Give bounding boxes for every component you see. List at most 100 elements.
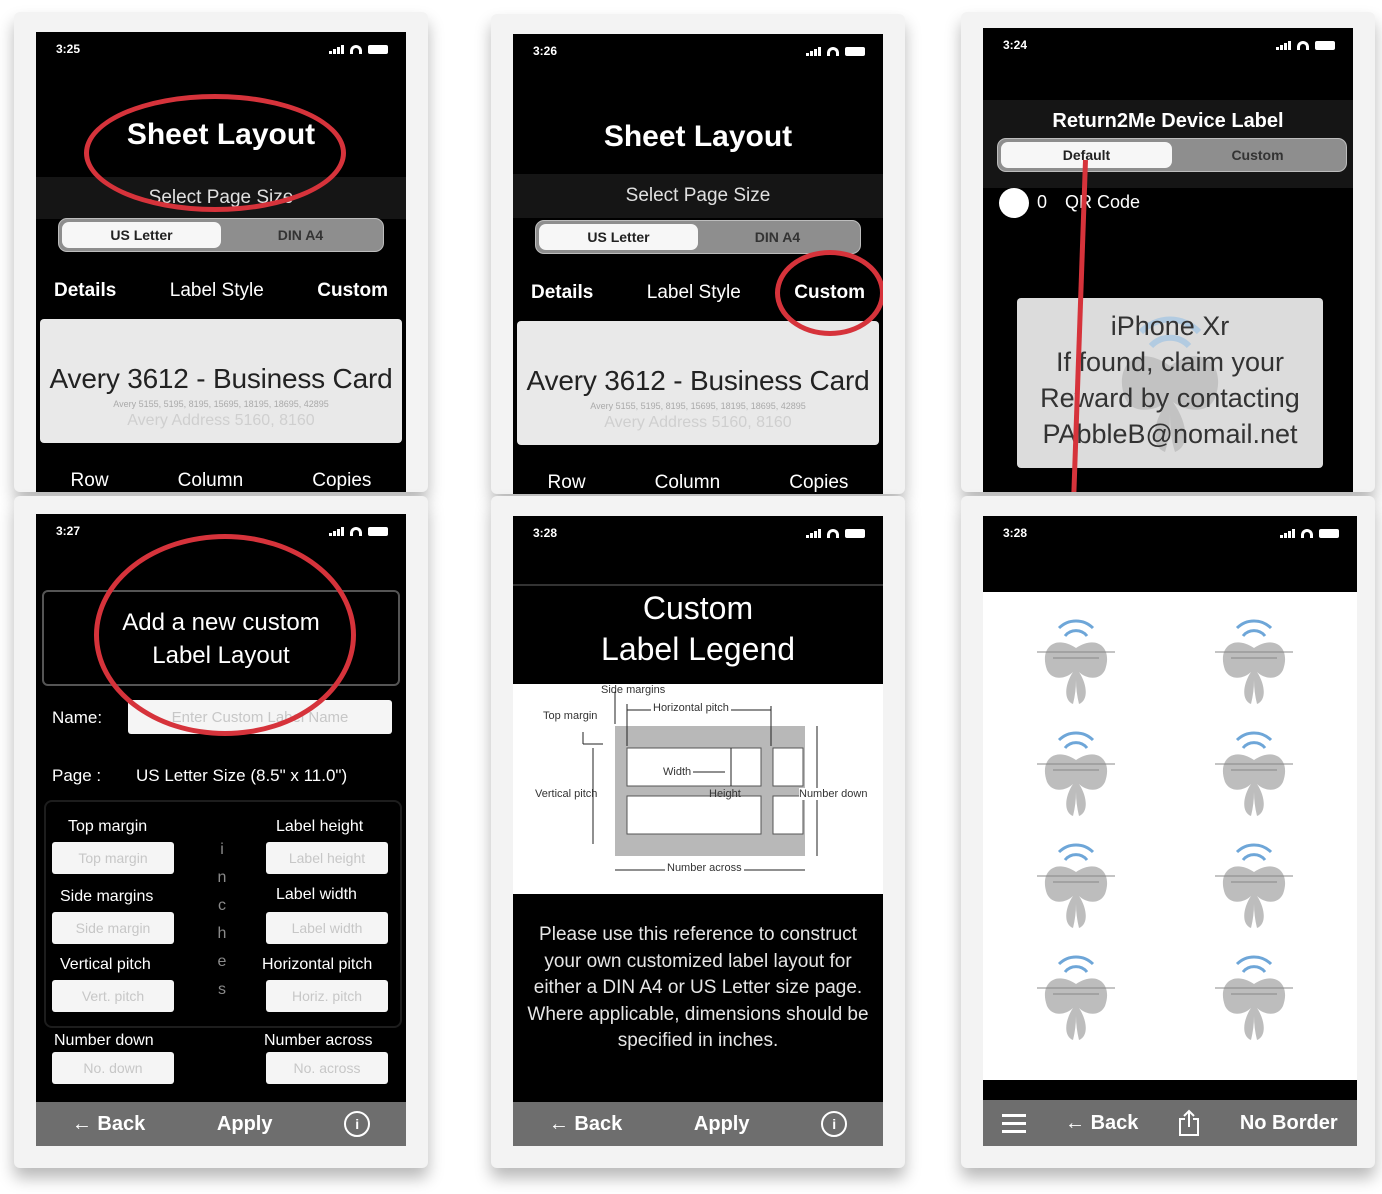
tab-label-style[interactable]: Label Style [170,280,264,302]
page-title: Sheet Layout [603,120,793,153]
vertical-pitch-input[interactable]: Vert. pitch [52,980,174,1012]
number-down-input[interactable]: No. down [52,1052,174,1084]
page-size-value: US Letter Size (8.5" x 11.0") [136,766,348,785]
picker-compatible-list: Avery 5155, 5195, 8195, 15695, 18195, 18… [113,399,329,409]
tab-custom[interactable]: Custom [317,280,388,302]
sheet-label-cell [1179,608,1329,714]
unit-letter: h [217,925,227,942]
unit-letter: i [220,841,224,858]
width-caption: Width [661,766,694,778]
signal-icon [1280,528,1295,538]
label-preview-card: iPhone Xr If found, claim your Reward by… [1017,298,1323,468]
phone-screen: 3:28 Custom Label Legend Side margins Ho… [513,516,883,1146]
status-time: 3:25 [56,42,81,56]
page-size-segmented-control[interactable]: US Letter DIN A4 [535,220,861,254]
page-size-segmented-control[interactable]: US Letter DIN A4 [58,218,384,252]
butterfly-logo-icon [1037,843,1115,928]
horizontal-pitch-input[interactable]: Horiz. pitch [266,980,388,1012]
segment-din-a4[interactable]: DIN A4 [698,224,857,250]
label-height-input[interactable]: Label height [266,842,388,874]
back-button[interactable]: ← Back [72,1113,145,1136]
number-down-caption: Number down [799,788,868,800]
unit-letter: s [218,981,226,998]
info-icon[interactable]: i [344,1111,371,1137]
side-margins-caption: Side margins [601,684,666,696]
legend-description: Please use this reference to construct y… [527,924,869,1051]
picker-next-option[interactable]: Avery Address 5160, 8160 [40,412,402,430]
segment-us-letter[interactable]: US Letter [539,224,698,250]
butterfly-logo-icon [1037,731,1115,816]
legend-title-line-1: Custom [642,590,754,626]
sheet-label-cell [1001,832,1151,938]
share-icon[interactable] [1177,1109,1201,1137]
page-size-caption: Select Page Size [513,174,883,218]
signal-icon [329,526,344,536]
copies-header: Copies [789,472,849,493]
legend-title: Custom Label Legend [513,588,883,670]
qr-code-label: QR Code [1065,192,1141,212]
sheet-label-cell [1001,720,1151,826]
segment-us-letter[interactable]: US Letter [62,222,221,248]
signal-icon [329,44,344,54]
top-margin-label: Top margin [68,818,148,835]
back-button[interactable]: ← Back [1065,1112,1138,1135]
picker-compatible-list: Avery 5155, 5195, 8195, 15695, 18195, 18… [590,401,806,411]
row-column-copies-header: Row Column Copies [36,470,406,492]
status-icons [329,44,388,54]
segment-din-a4[interactable]: DIN A4 [221,222,380,248]
picker-selected-label[interactable]: Avery 3612 - Business Card [40,363,402,395]
wifi-icon [1297,40,1309,50]
unit-letter: n [217,869,227,886]
label-sheet-preview [983,592,1357,1080]
tab-details[interactable]: Details [531,282,593,304]
status-icons [806,528,865,538]
picker-selected-label[interactable]: Avery 3612 - Business Card [517,365,879,397]
highlight-ring [84,94,346,212]
label-mode-segmented-control[interactable]: Default Custom [997,138,1347,172]
screen-sheet-layout-custom-tab: 3:26 Sheet Layout Select Page Size US Le… [491,14,905,494]
label-picker[interactable]: Avery 3612 - Business Card Avery 5155, 5… [40,319,402,443]
page-label: Page : [52,766,102,785]
row-column-copies-header: Row Column Copies [513,472,883,494]
vertical-pitch-caption: Vertical pitch [535,788,598,800]
hamburger-icon[interactable] [1002,1113,1027,1133]
side-margins-input[interactable]: Side margin [52,912,174,944]
preview-line-3: Reward by contacting [1040,383,1300,413]
screen-sheet-layout-title: 3:25 Sheet Layout Select Page Size US Le… [14,12,428,492]
battery-icon [845,528,865,538]
status-time: 3:28 [533,526,558,540]
copies-header: Copies [312,470,372,491]
tab-bar: Details Label Style Custom [36,280,406,302]
name-label: Name: [52,708,103,727]
label-picker[interactable]: Avery 3612 - Business Card Avery 5155, 5… [517,321,879,445]
bottom-toolbar: ← Back Apply i [36,1102,406,1146]
sheet-label-cell [1001,608,1151,714]
device-label-title: Return2Me Device Label [1052,110,1284,132]
number-across-input[interactable]: No. across [266,1052,388,1084]
unit-letter: e [217,953,227,970]
status-bar: 3:28 [513,516,883,550]
battery-icon [1319,528,1339,538]
tab-details[interactable]: Details [54,280,116,302]
segment-custom[interactable]: Custom [1172,142,1343,168]
label-width-input[interactable]: Label width [266,912,388,944]
status-icons [329,526,388,536]
phone-screen: 3:26 Sheet Layout Select Page Size US Le… [513,34,883,494]
back-button[interactable]: ← Back [549,1113,622,1136]
height-caption: Height [709,788,741,800]
horizontal-pitch-caption: Horizontal pitch [651,702,731,714]
no-border-button[interactable]: No Border [1240,1112,1338,1135]
column-header: Column [177,470,244,491]
info-icon[interactable]: i [821,1111,848,1137]
apply-button[interactable]: Apply [694,1113,750,1136]
qr-code-toggle[interactable] [999,188,1029,218]
picker-next-option[interactable]: Avery Address 5160, 8160 [517,414,879,432]
top-margin-input[interactable]: Top margin [52,842,174,874]
butterfly-logo-icon [1037,955,1115,1040]
battery-icon [845,46,865,56]
butterfly-logo-icon [1037,619,1115,704]
wifi-icon [1301,528,1313,538]
wifi-icon [827,528,839,538]
apply-button[interactable]: Apply [217,1113,273,1136]
tab-label-style[interactable]: Label Style [647,282,741,304]
